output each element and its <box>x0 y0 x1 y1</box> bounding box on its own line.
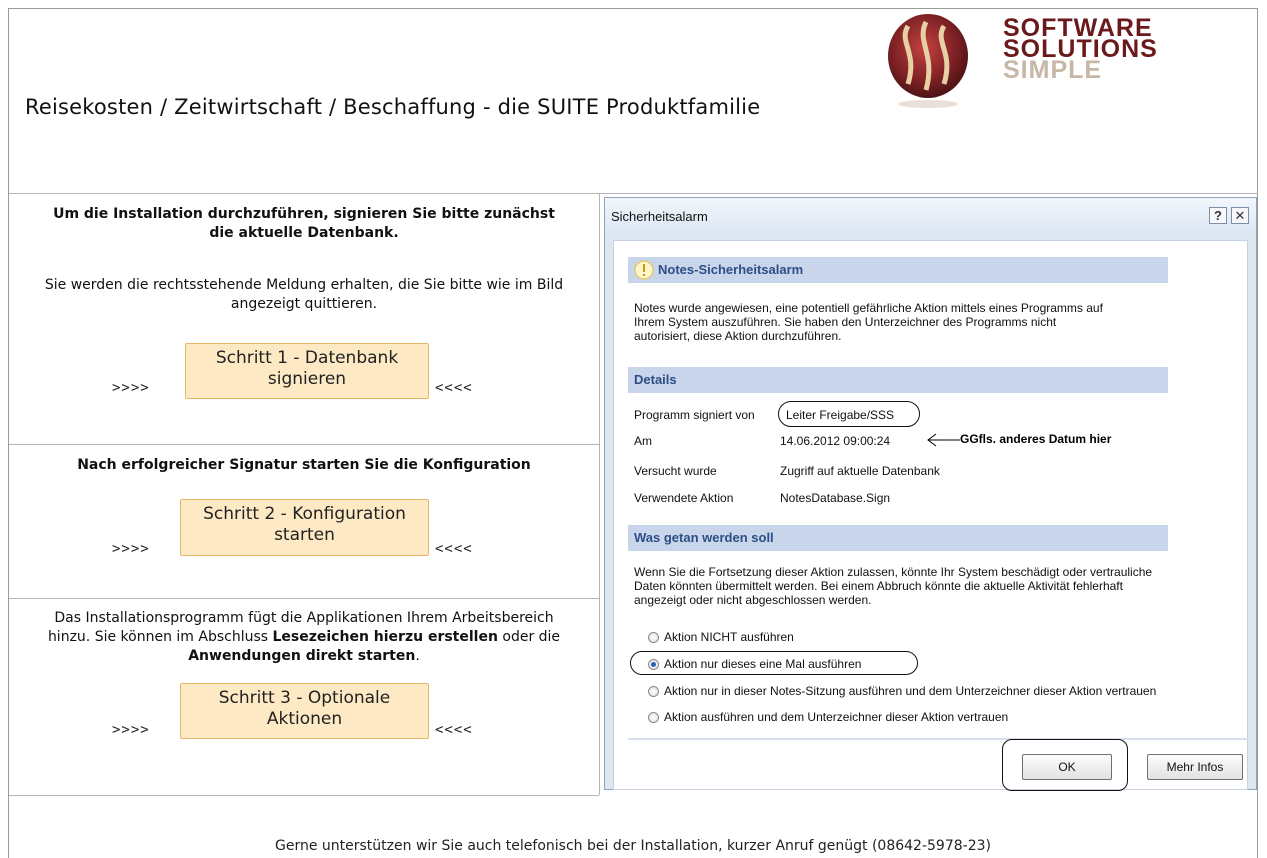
section3-text: Das Installationsprogramm fügt die Appli… <box>9 609 599 666</box>
logo-emblem-icon <box>888 14 968 108</box>
dialog-title: Sicherheitsalarm <box>611 209 708 224</box>
section3-bookmarks-text: Lesezeichen hierzu erstellen <box>272 629 498 645</box>
intro-text: Sie werden die rechtsstehende Meldung er… <box>44 277 564 312</box>
alarm-text: Notes wurde angewiesen, eine potentiell … <box>634 301 1103 343</box>
section3-text-part2: oder die <box>497 629 561 645</box>
detail-label-action: Verwendete Aktion <box>634 491 734 505</box>
arrows-left: >>>> <box>112 380 150 396</box>
dialog-separator <box>628 738 1248 740</box>
todo-heading: Was getan werden soll <box>628 525 1168 551</box>
security-alert-dialog: Sicherheitsalarm ? ✕ Notes-Sicherheitsal… <box>604 197 1257 791</box>
logo-text: SOFTWARE SOLUTIONS SIMPLE <box>1003 16 1158 84</box>
footer-support-text: Gerne unterstützen wir Sie auch telefoni… <box>275 838 991 854</box>
option-label: Aktion NICHT ausführen <box>664 630 794 644</box>
radio-icon[interactable] <box>648 632 659 643</box>
dialog-body: Notes-Sicherheitsalarm Notes wurde angew… <box>613 240 1248 791</box>
alarm-heading-band: Notes-Sicherheitsalarm <box>628 257 1168 283</box>
intro-heading: Um die Installation durchzuführen, signi… <box>53 206 555 241</box>
step1-button[interactable]: Schritt 1 - Datenbank signieren <box>185 343 429 399</box>
arrows-right: <<<< <box>435 380 473 396</box>
detail-label-signer: Programm signiert von <box>634 408 755 422</box>
annotation-arrow-icon <box>927 433 960 447</box>
option-dont-run[interactable]: Aktion NICHT ausführen <box>648 630 794 644</box>
option-label: Aktion nur in dieser Notes-Sitzung ausfü… <box>664 684 1157 698</box>
option-run-trust[interactable]: Aktion ausführen und dem Unterzeichner d… <box>648 710 1008 724</box>
section3-start-apps-text: Anwendungen direkt starten <box>188 648 416 664</box>
option-run-session[interactable]: Aktion nur in dieser Notes-Sitzung ausfü… <box>648 684 1156 698</box>
detail-value-date: 14.06.2012 09:00:24 <box>780 434 891 448</box>
arrows-left-3: >>>> <box>112 722 150 738</box>
header-divider <box>9 193 1257 194</box>
section3-text-part3: . <box>415 648 420 664</box>
todo-text: Wenn Sie die Fortsetzung dieser Aktion z… <box>634 565 1153 607</box>
logo-line-3: SIMPLE <box>1003 56 1103 84</box>
arrows-left-2: >>>> <box>112 541 150 557</box>
highlight-oval-ok <box>1002 739 1128 791</box>
section-divider-1 <box>9 444 599 445</box>
alarm-heading: Notes-Sicherheitsalarm <box>658 262 804 277</box>
step3-button[interactable]: Schritt 3 - Optionale Aktionen <box>180 683 429 739</box>
date-annotation: GGfls. anderes Datum hier <box>960 432 1112 446</box>
option-label: Aktion ausführen und dem Unterzeichner d… <box>664 710 1009 724</box>
step2-button[interactable]: Schritt 2 - Konfiguration starten <box>180 499 429 556</box>
detail-label-attempted: Versucht wurde <box>634 464 717 478</box>
dialog-titlebar: Sicherheitsalarm ? ✕ <box>605 198 1256 234</box>
radio-icon[interactable] <box>648 686 659 697</box>
detail-value-action: NotesDatabase.Sign <box>780 491 891 505</box>
detail-value-attempted: Zugriff auf aktuelle Datenbank <box>780 464 940 478</box>
details-heading: Details <box>628 367 1168 393</box>
section2-heading: Nach erfolgreicher Signatur starten Sie … <box>77 457 531 473</box>
arrows-right-3: <<<< <box>435 722 473 738</box>
help-button[interactable]: ? <box>1209 207 1227 224</box>
detail-label-date: Am <box>634 434 652 448</box>
column-divider <box>599 193 600 795</box>
close-button[interactable]: ✕ <box>1231 207 1249 224</box>
arrows-right-2: <<<< <box>435 541 473 557</box>
warning-icon <box>634 260 654 280</box>
page-title: Reisekosten / Zeitwirtschaft / Beschaffu… <box>25 95 761 119</box>
section-divider-3 <box>9 795 599 796</box>
radio-icon[interactable] <box>648 712 659 723</box>
more-info-button[interactable]: Mehr Infos <box>1147 754 1243 780</box>
section-divider-2 <box>9 598 599 599</box>
highlight-oval-signer <box>778 401 920 427</box>
highlight-oval-option <box>630 651 918 675</box>
